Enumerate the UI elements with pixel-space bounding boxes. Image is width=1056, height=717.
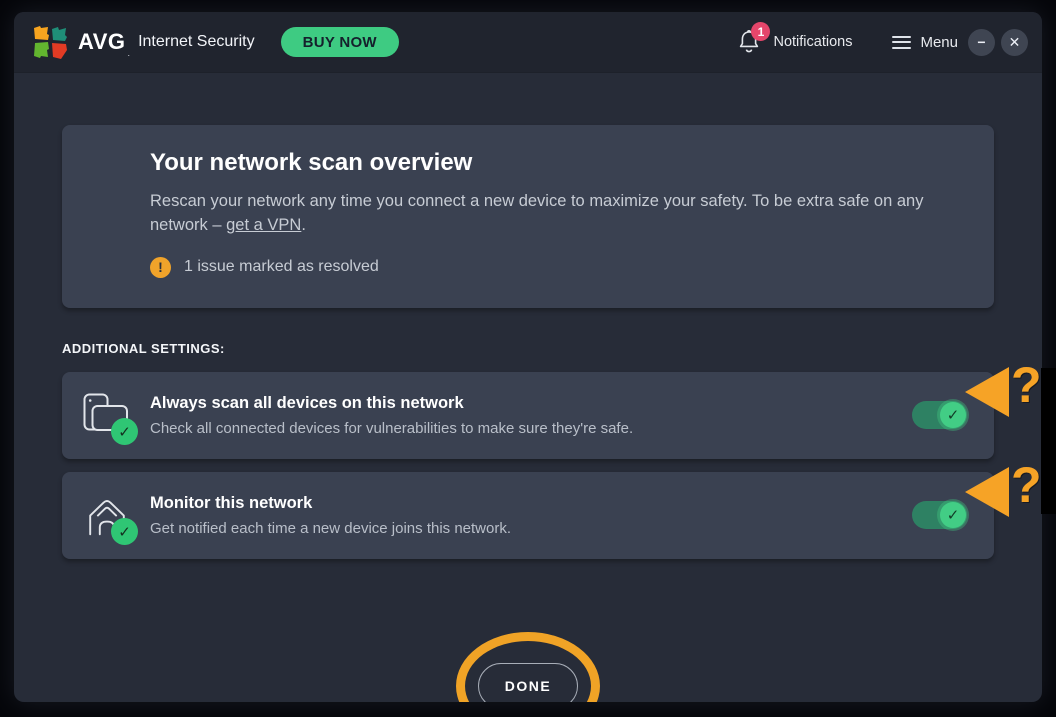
devices-icon: ✓ xyxy=(83,393,129,437)
app-window: AVG . Internet Security BUY NOW 1 Notifi… xyxy=(14,12,1042,702)
menu-button[interactable]: Menu xyxy=(892,34,958,51)
page-title: Your network scan overview xyxy=(150,149,954,177)
titlebar: AVG . Internet Security BUY NOW 1 Notifi… xyxy=(14,12,1042,72)
brand-name: AVG xyxy=(78,29,126,55)
setting-title: Always scan all devices on this network xyxy=(150,394,912,413)
toggle-monitor-network[interactable]: ✓ xyxy=(912,501,967,529)
question-mark-annotation-top: ? xyxy=(1011,360,1042,410)
scan-overview-card: Your network scan overview Rescan your n… xyxy=(62,125,994,308)
done-button[interactable]: DONE xyxy=(478,663,578,702)
setting-description: Check all connected devices for vulnerab… xyxy=(150,420,912,437)
bell-icon: 1 xyxy=(737,29,761,55)
footer-actions: DONE xyxy=(62,621,994,702)
menu-label: Menu xyxy=(920,34,958,51)
warning-icon: ! xyxy=(150,257,171,278)
brand-trademark: . xyxy=(128,48,131,58)
toggle-knob-check-icon: ✓ xyxy=(940,502,966,528)
additional-settings-label: ADDITIONAL SETTINGS: xyxy=(62,341,994,356)
description-period: . xyxy=(301,216,306,234)
notification-count-badge: 1 xyxy=(751,22,770,41)
setting-title: Monitor this network xyxy=(150,494,912,513)
house-icon: ✓ xyxy=(83,493,129,537)
overview-description: Rescan your network any time you connect… xyxy=(150,190,950,238)
issue-status-row: ! 1 issue marked as resolved xyxy=(150,257,954,278)
setting-text: Monitor this network Get notified each t… xyxy=(150,494,912,537)
close-button[interactable]: ✕ xyxy=(1001,29,1028,56)
setting-row-monitor-network: ✓ Monitor this network Get notified each… xyxy=(62,472,994,559)
buy-now-button[interactable]: BUY NOW xyxy=(281,27,399,57)
arrow-annotation-top xyxy=(965,367,1009,417)
toggle-knob-check-icon: ✓ xyxy=(940,402,966,428)
setting-row-scan-devices: ✓ Always scan all devices on this networ… xyxy=(62,372,994,459)
enabled-check-badge: ✓ xyxy=(111,518,138,545)
setting-icon-area: ✓ xyxy=(62,393,150,437)
product-name: Internet Security xyxy=(138,33,255,51)
setting-description: Get notified each time a new device join… xyxy=(150,520,912,537)
setting-icon-area: ✓ xyxy=(62,493,150,537)
setting-text: Always scan all devices on this network … xyxy=(150,394,912,437)
get-vpn-link[interactable]: get a VPN xyxy=(226,216,301,234)
question-mark-annotation-bottom: ? xyxy=(1011,460,1042,510)
main-content: Your network scan overview Rescan your n… xyxy=(14,125,1042,702)
issue-status-text: 1 issue marked as resolved xyxy=(184,258,379,276)
titlebar-right: 1 Notifications Menu − ✕ xyxy=(737,29,1028,56)
hamburger-icon xyxy=(892,36,911,49)
notifications-button[interactable]: 1 Notifications xyxy=(737,29,852,55)
edge-artifact-strip xyxy=(1041,368,1056,514)
arrow-annotation-bottom xyxy=(965,467,1009,517)
minimize-button[interactable]: − xyxy=(968,29,995,56)
notifications-label: Notifications xyxy=(773,34,852,50)
enabled-check-badge: ✓ xyxy=(111,418,138,445)
toggle-scan-all-devices[interactable]: ✓ xyxy=(912,401,967,429)
avg-logo-icon xyxy=(32,23,70,61)
